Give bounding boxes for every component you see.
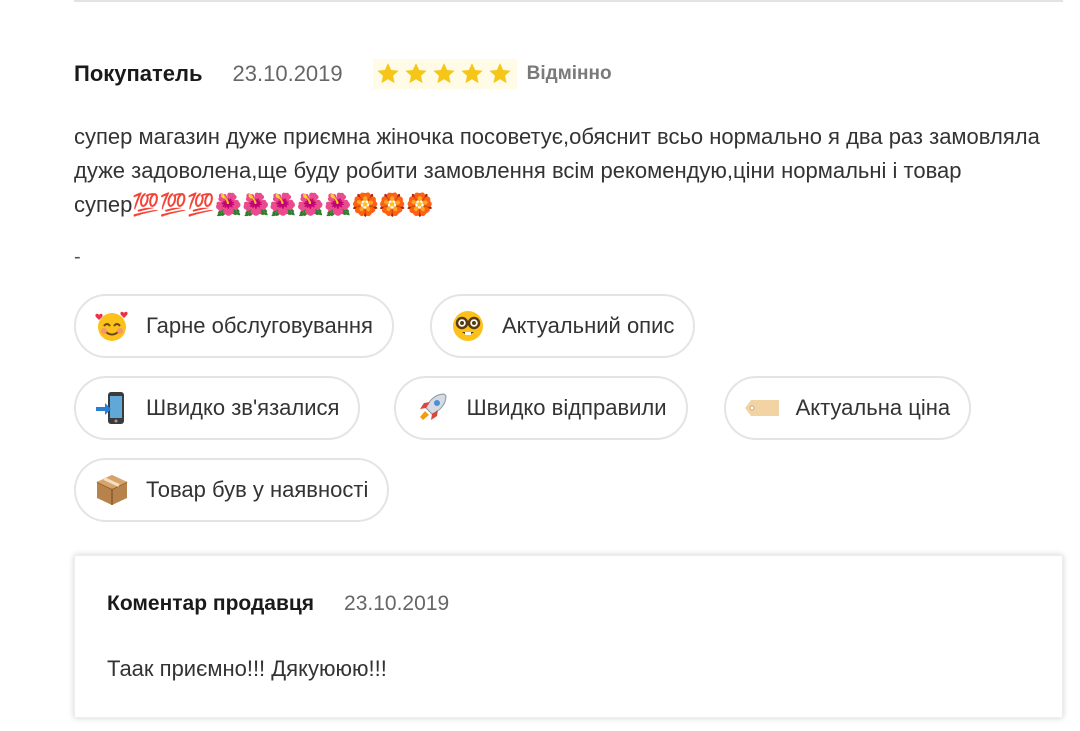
mobile-phone-arrow-icon (92, 388, 132, 428)
nerd-face-icon (448, 306, 488, 346)
star-icon (405, 63, 427, 84)
package-box-icon (92, 470, 132, 510)
tag-row: Гарне обслуговування Актуальний опис (74, 294, 731, 358)
seller-comment-header: Коментар продавця 23.10.2019 (107, 592, 449, 616)
rating-label: Відмінно (526, 63, 612, 84)
top-divider (74, 0, 1063, 2)
tag-row: Товар був у наявності (74, 458, 425, 522)
seller-comment-title: Коментар продавця (107, 592, 315, 615)
tag-label: Актуальний опис (501, 313, 675, 338)
seller-comment-date: 23.10.2019 (344, 592, 450, 615)
star-icon (489, 63, 511, 84)
review-separator: - (74, 246, 81, 268)
tag-quick-shipping[interactable]: Швидко відправили (394, 376, 688, 440)
tag-label: Гарне обслуговування (146, 313, 373, 338)
review-date: 23.10.2019 (232, 61, 343, 86)
review-header: Покупатель 23.10.2019 Відмінно (74, 58, 612, 90)
star-icon (377, 63, 399, 84)
tag-actual-description[interactable]: Актуальний опис (429, 294, 696, 358)
review-text: супер магазин дуже приємна жіночка посов… (74, 124, 1040, 217)
tag-good-service[interactable]: Гарне обслуговування (74, 294, 394, 358)
rating-stars (372, 59, 517, 89)
seller-comment: Коментар продавця 23.10.2019 Таак приємн… (74, 555, 1063, 718)
tag-actual-price[interactable]: Актуальна ціна (723, 376, 972, 440)
tag-row: Швидко зв'язалися Швидко відправили Акту… (74, 376, 1007, 440)
tag-quick-contact[interactable]: Швидко зв'язалися (74, 376, 361, 440)
rocket-icon (412, 388, 452, 428)
star-icon (433, 63, 455, 84)
tag-label: Товар був у наявності (146, 477, 369, 502)
tag-in-stock[interactable]: Товар був у наявності (74, 458, 390, 522)
seller-comment-text: Таак приємно!!! Дякуююю!!! (107, 656, 387, 681)
tag-label: Швидко відправили (466, 395, 667, 420)
review-author: Покупатель (74, 61, 203, 86)
smiling-face-with-hearts-icon (92, 306, 132, 346)
tag-label: Швидко зв'язалися (146, 395, 340, 420)
star-icon (461, 63, 483, 84)
price-tag-icon (742, 388, 782, 428)
tag-label: Актуальна ціна (795, 395, 951, 420)
